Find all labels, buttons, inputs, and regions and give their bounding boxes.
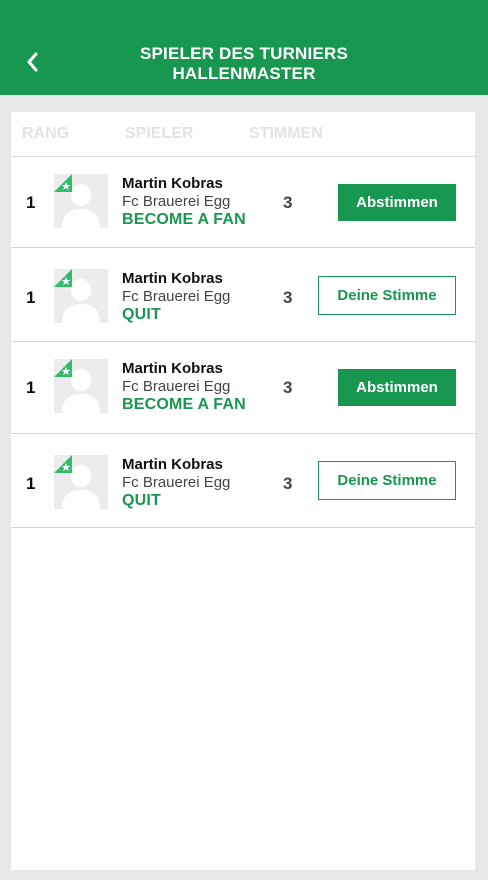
avatar [54,269,108,323]
player-name: Martin Kobras [122,360,223,377]
player-club: Fc Brauerei Egg [122,474,231,491]
rank-value: 1 [26,193,36,212]
table-row: 1 Martin Kobras Fc Brauerei Egg BECOME A… [11,157,475,248]
header-bar: SPIELER DES TURNIERS HALLENMASTER [0,0,488,95]
quit-fan-link[interactable]: QUIT [122,305,230,325]
player-club: Fc Brauerei Egg [122,378,231,395]
column-header-votes: STIMMEN [249,125,323,142]
rank-value: 1 [26,288,36,307]
table-row: 1 Martin Kobras Fc Brauerei Egg QUIT 3 D… [11,434,475,528]
player-info: Martin Kobras Fc Brauerei Egg BECOME A F… [122,360,246,415]
rank-value: 1 [26,474,36,493]
player-club: Fc Brauerei Egg [122,288,231,305]
quit-fan-link[interactable]: QUIT [122,491,230,511]
avatar [54,359,108,413]
page-title-line1: SPIELER DES TURNIERS [139,44,349,63]
star-badge-icon [54,269,72,287]
star-badge-icon [54,455,72,473]
vote-button[interactable]: Abstimmen [338,369,456,406]
player-info: Martin Kobras Fc Brauerei Egg QUIT [122,270,230,325]
votes-value: 3 [283,288,293,307]
player-info: Martin Kobras Fc Brauerei Egg BECOME A F… [122,175,246,230]
player-info: Martin Kobras Fc Brauerei Egg QUIT [122,456,230,511]
votes-value: 3 [283,378,293,397]
become-fan-link[interactable]: BECOME A FAN [122,395,246,415]
avatar [54,455,108,509]
votes-value: 3 [283,474,293,493]
your-vote-button[interactable]: Deine Stimme [318,461,456,500]
rank-value: 1 [26,378,36,397]
table-row: 1 Martin Kobras Fc Brauerei Egg BECOME A… [11,342,475,434]
star-badge-icon [54,359,72,377]
player-club: Fc Brauerei Egg [122,193,231,210]
player-name: Martin Kobras [122,270,223,287]
column-header-player: SPIELER [125,125,194,142]
player-name: Martin Kobras [122,456,223,473]
page-title-line2: HALLENMASTER [172,64,316,83]
table-header: RANG SPIELER STIMMEN [11,112,475,157]
vote-button[interactable]: Abstimmen [338,184,456,221]
page-title: SPIELER DES TURNIERS HALLENMASTER [0,44,488,84]
ranking-card: RANG SPIELER STIMMEN 1 Martin Kobras Fc … [11,112,475,870]
table-row: 1 Martin Kobras Fc Brauerei Egg QUIT 3 D… [11,248,475,342]
avatar [54,174,108,228]
your-vote-button[interactable]: Deine Stimme [318,276,456,315]
star-badge-icon [54,174,72,192]
become-fan-link[interactable]: BECOME A FAN [122,210,246,230]
player-name: Martin Kobras [122,175,223,192]
votes-value: 3 [283,193,293,212]
column-header-rank: RANG [22,125,70,142]
